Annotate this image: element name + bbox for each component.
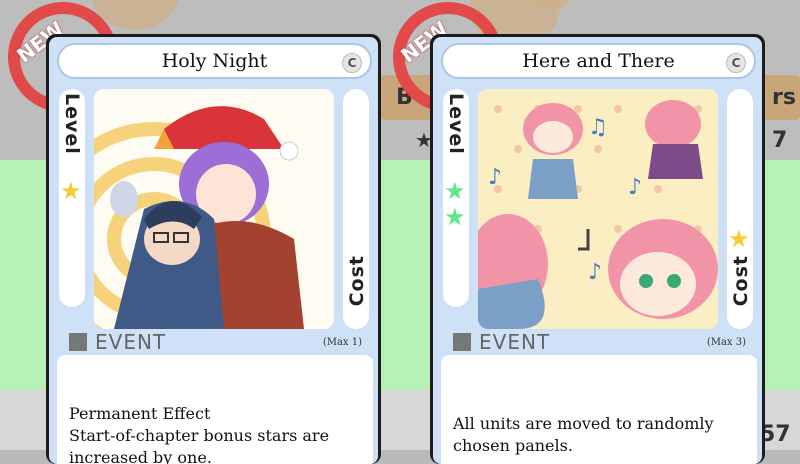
cost-label: Cost bbox=[346, 255, 368, 307]
cat-girls-music-illustration-icon: ♪ ♫ ♪ ♪ bbox=[478, 89, 718, 329]
level-label: Level bbox=[61, 93, 83, 155]
svg-text:♪: ♪ bbox=[588, 260, 602, 285]
card-title-bar: Here and There C bbox=[441, 43, 756, 79]
card-text-line: chosen panels. bbox=[453, 436, 573, 455]
level-label: Level bbox=[445, 93, 467, 155]
background-text-right: rs bbox=[772, 85, 796, 110]
cost-label: Cost bbox=[730, 255, 752, 307]
card-title: Here and There bbox=[522, 50, 675, 72]
card-title: Holy Night bbox=[161, 50, 268, 72]
card-text-box: All units are moved to randomly chosen p… bbox=[441, 355, 757, 464]
card-type-row: EVENT bbox=[69, 330, 166, 354]
svg-text:♪: ♪ bbox=[628, 175, 642, 200]
card-text-line: Permanent Effect bbox=[69, 404, 211, 423]
background-stat-top: 7 bbox=[772, 128, 788, 153]
level-star-icon: ★ bbox=[444, 177, 466, 205]
card-holy-night[interactable]: Holy Night C Level ★ Cost EVENT (Max 1) … bbox=[46, 34, 381, 464]
svg-text:♫: ♫ bbox=[588, 115, 608, 140]
card-type: EVENT bbox=[95, 330, 167, 354]
max-count: (Max 1) bbox=[322, 337, 362, 348]
svg-text:♪: ♪ bbox=[488, 165, 502, 190]
card-text-box: Permanent Effect Start-of-chapter bonus … bbox=[57, 355, 373, 464]
card-text-line: Start-of-chapter bonus stars are bbox=[69, 426, 330, 445]
christmas-illustration-icon bbox=[94, 89, 334, 329]
level-star-icon: ★ bbox=[444, 203, 466, 231]
card-type-row: EVENT bbox=[453, 330, 550, 354]
card-type: EVENT bbox=[479, 330, 551, 354]
card-title-bar: Holy Night C bbox=[57, 43, 372, 79]
card-art: ♪ ♫ ♪ ♪ bbox=[478, 89, 718, 329]
level-star-icon: ★ bbox=[60, 177, 82, 205]
type-square-icon bbox=[69, 333, 87, 351]
rarity-badge: C bbox=[726, 53, 746, 73]
card-frame: Holy Night C Level ★ Cost EVENT (Max 1) … bbox=[49, 37, 378, 464]
type-square-icon bbox=[453, 333, 471, 351]
card-here-and-there[interactable]: Here and There C Level ★ ★ ★ Cost ♪ ♫ ♪ … bbox=[430, 34, 765, 464]
rarity-badge: C bbox=[342, 53, 362, 73]
card-frame: Here and There C Level ★ ★ ★ Cost ♪ ♫ ♪ … bbox=[433, 37, 762, 464]
max-count: (Max 3) bbox=[706, 337, 746, 348]
cost-star-icon: ★ bbox=[728, 225, 750, 253]
card-text-line: All units are moved to randomly bbox=[453, 414, 714, 433]
card-art bbox=[94, 89, 334, 329]
